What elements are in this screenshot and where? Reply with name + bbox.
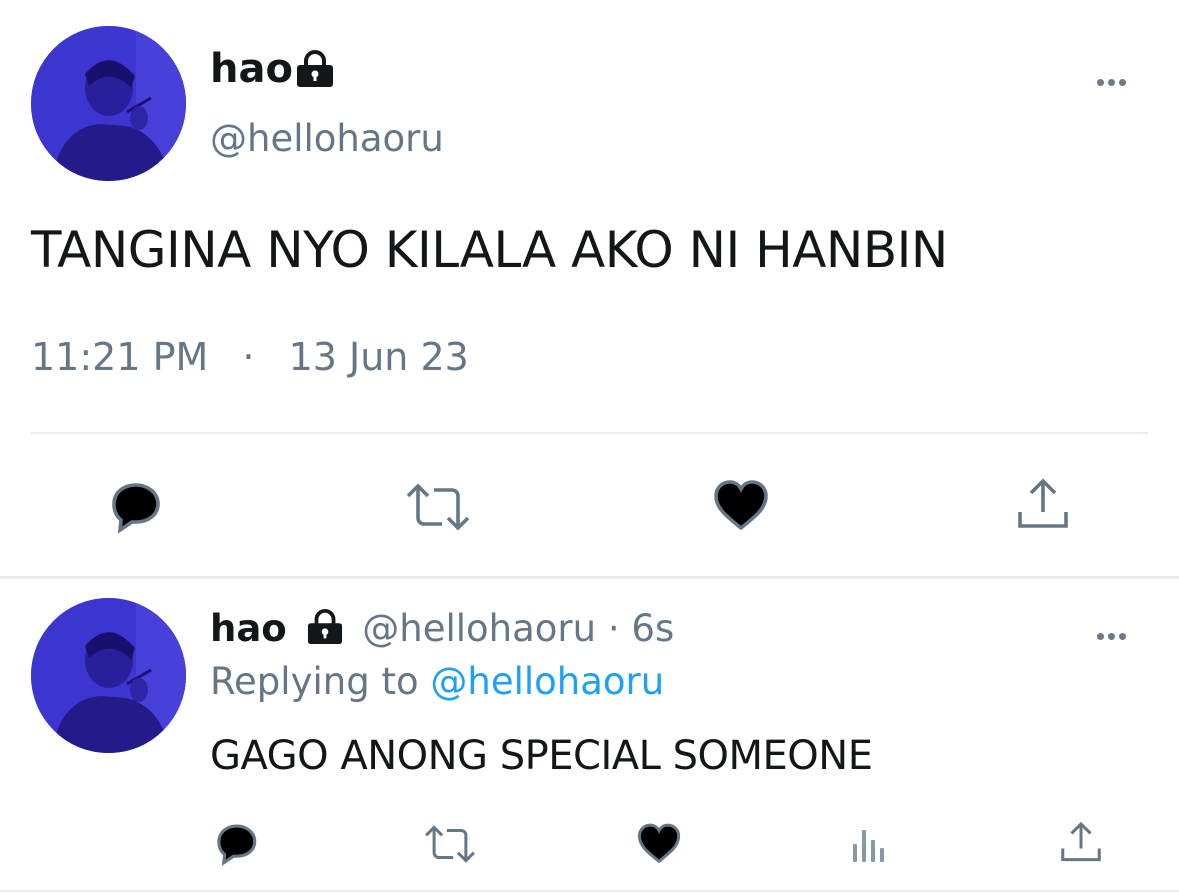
bottom-divider [0,890,1179,892]
reply-text: GAGO ANONG SPECIAL SOMEONE [210,733,873,779]
tweet-timestamp[interactable]: 11:21 PM · 13 Jun 23 [31,333,469,381]
meta-separator: · [242,335,255,379]
avatar[interactable] [31,26,186,181]
reply-age[interactable]: · 6s [608,607,674,650]
share-icon[interactable] [1014,476,1072,534]
reply-display-name[interactable]: hao [210,607,287,650]
like-icon[interactable] [636,822,682,866]
replying-to: Replying to @hellohaoru [210,658,664,706]
reply-icon[interactable] [212,822,260,866]
replying-to-label: Replying to [210,660,419,703]
section-divider [0,576,1179,579]
reply-avatar[interactable] [31,598,186,753]
retweet-icon[interactable] [423,822,477,866]
display-name[interactable]: hao [210,44,293,94]
lock-icon [297,50,333,87]
reply-icon[interactable] [106,480,164,534]
handle[interactable]: @hellohaoru [210,116,444,162]
tweet-text: TANGINA NYO KILALA AKO NI HANBIN [31,221,948,279]
tweet-time: 11:21 PM [31,335,209,379]
share-icon[interactable] [1058,820,1104,866]
divider [31,432,1148,434]
tweet-date: 13 Jun 23 [288,335,469,379]
reply-header: hao @hellohaoru · 6s [210,605,674,653]
retweet-icon[interactable] [404,480,472,534]
lock-icon [307,608,342,644]
more-options-icon[interactable] [1097,71,1137,86]
replying-to-handle[interactable]: @hellohaoru [430,660,664,703]
like-icon[interactable] [712,478,770,534]
analytics-icon[interactable] [848,824,890,864]
reply-more-options-icon[interactable] [1097,625,1137,640]
reply-handle[interactable]: @hellohaoru [362,607,596,650]
